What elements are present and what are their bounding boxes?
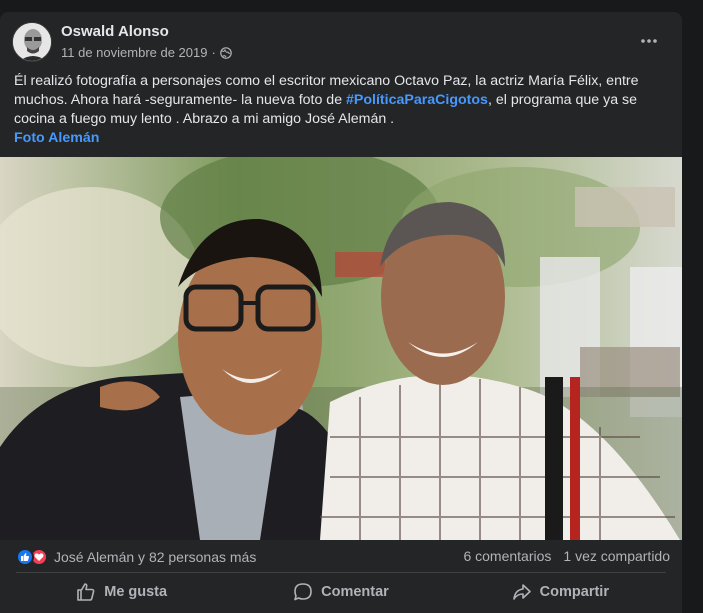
globe-icon[interactable] [220,46,232,59]
comment-label: Comentar [321,584,389,600]
post-photo[interactable] [0,157,682,540]
post-date[interactable]: 11 de noviembre de 2019 [61,45,207,60]
photo-credit-link[interactable]: Foto Alemán [14,129,664,148]
post-text: Él realizó fotografía a personajes como … [14,72,664,148]
post-header: Oswald Alonso 11 de noviembre de 2019 · [12,22,670,66]
share-icon [512,584,531,600]
engagement-counts: 6 comentarios 1 vez compartido [463,548,670,564]
reactions-text[interactable]: José Alemán y 82 personas más [54,549,256,565]
reactions-summary[interactable]: José Alemán y 82 personas más [16,548,256,566]
shares-count[interactable]: 1 vez compartido [563,548,670,564]
avatar[interactable] [12,22,52,62]
share-label: Compartir [539,584,609,600]
ellipsis-icon[interactable] [634,26,664,56]
like-label: Me gusta [104,584,168,600]
comments-count[interactable]: 6 comentarios [463,548,551,564]
comment-icon [294,583,312,601]
meta-separator: · [211,45,216,60]
share-button[interactable]: Compartir [451,574,670,610]
author-name[interactable]: Oswald Alonso [61,23,169,40]
like-reaction-icon [16,548,34,566]
like-button[interactable]: Me gusta [12,574,231,610]
hashtag-link[interactable]: #PolíticaParaCigotos [346,92,488,108]
divider [16,572,666,573]
thumbs-up-icon [77,583,95,601]
post-stats: José Alemán y 82 personas más 6 comentar… [16,548,670,568]
comment-button[interactable]: Comentar [231,574,450,610]
post-meta: 11 de noviembre de 2019 · [61,45,232,60]
post-card: Oswald Alonso 11 de noviembre de 2019 · … [0,12,682,613]
action-bar: Me gusta Comentar Compartir [12,574,670,610]
